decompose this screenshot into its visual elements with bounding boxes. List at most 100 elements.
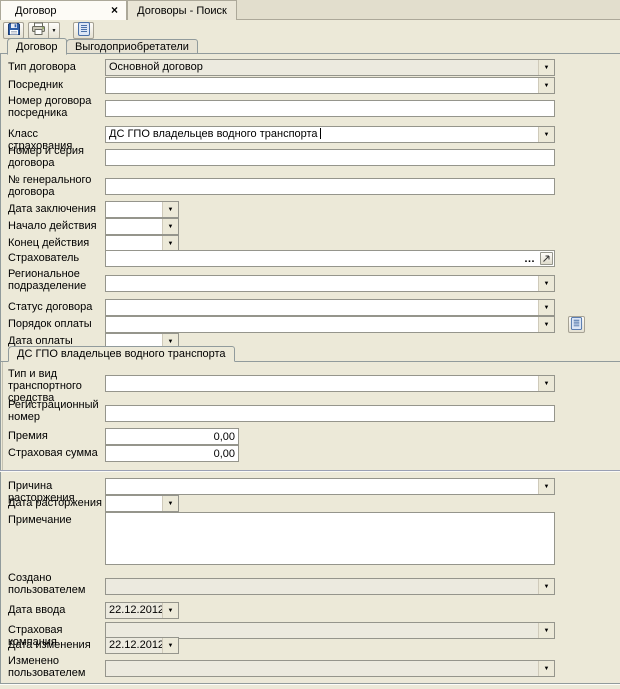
policyholder-lookup[interactable]: … [105, 250, 555, 267]
termination-date-label: Дата расторжения [8, 497, 103, 509]
ellipsis-button[interactable]: … [520, 253, 540, 265]
start-date-value [106, 219, 162, 234]
change-date-value: 22.12.2012 [106, 638, 162, 653]
changed-by-combo[interactable]: ▼ [105, 660, 555, 677]
conclusion-date-value [106, 202, 162, 217]
created-by-label: Создано пользователем [8, 572, 103, 596]
change-date-combo[interactable]: 22.12.2012 ▼ [105, 637, 179, 654]
doc-tab-contracts-search-label: Договоры - Поиск [137, 5, 227, 17]
group-tab-water-transport[interactable]: ДС ГПО владельцев водного транспорта [8, 346, 235, 362]
printer-icon [31, 22, 46, 39]
insured-sum-label: Страховая сумма [8, 447, 103, 459]
note-label: Примечание [8, 514, 103, 526]
dropdown-arrow-icon[interactable]: ▼ [538, 276, 554, 291]
bottom-strip [0, 684, 620, 689]
document-tab-bar: Договор × Договоры - Поиск [0, 0, 620, 20]
payment-order-combo[interactable]: ▼ [105, 316, 555, 333]
registration-number-label: Регистрационный номер [8, 399, 103, 423]
entry-date-combo[interactable]: 22.12.2012 ▼ [105, 602, 179, 619]
open-card-button[interactable] [540, 252, 553, 265]
dropdown-arrow-icon[interactable]: ▼ [538, 376, 554, 391]
open-card-icon [542, 254, 551, 263]
start-date-combo[interactable]: ▼ [105, 218, 179, 235]
dropdown-arrow-icon[interactable]: ▼ [162, 219, 178, 234]
dropdown-arrow-icon[interactable]: ▼ [538, 78, 554, 93]
dropdown-arrow-icon[interactable]: ▼ [538, 127, 554, 142]
intermediary-value [106, 78, 538, 93]
contract-number-series-field [105, 149, 555, 166]
close-tab-icon[interactable]: × [111, 3, 118, 17]
regional-division-value [106, 276, 538, 291]
contract-type-combo[interactable]: Основной договор ▼ [105, 59, 555, 76]
dropdown-arrow-icon[interactable]: ▼ [162, 638, 178, 653]
entry-date-value: 22.12.2012 [106, 603, 162, 618]
text-caret [320, 128, 321, 139]
conclusion-date-label: Дата заключения [8, 203, 103, 215]
premium-label: Премия [8, 430, 103, 442]
note-textarea[interactable] [105, 512, 555, 565]
termination-reason-combo[interactable]: ▼ [105, 478, 555, 495]
payment-schedule-button[interactable] [568, 316, 585, 333]
intermediary-number-input[interactable] [105, 100, 555, 117]
doc-tab-contract[interactable]: Договор × [0, 0, 127, 20]
contract-type-label: Тип договора [8, 61, 103, 73]
insured-sum-input[interactable] [105, 445, 239, 462]
dropdown-arrow-icon[interactable]: ▼ [538, 317, 554, 332]
end-date-label: Конец действия [8, 237, 103, 249]
general-contract-number-input[interactable] [105, 178, 555, 195]
print-dropdown-arrow-icon[interactable]: ▼ [49, 22, 60, 39]
tab-contract-label: Договор [16, 41, 58, 53]
dropdown-arrow-icon[interactable]: ▼ [162, 603, 178, 618]
dropdown-arrow-icon[interactable]: ▼ [162, 236, 178, 251]
contract-status-value [106, 300, 538, 315]
intermediary-combo[interactable]: ▼ [105, 77, 555, 94]
print-button[interactable] [28, 22, 49, 39]
dropdown-arrow-icon[interactable]: ▼ [538, 579, 554, 594]
contract-number-series-input[interactable] [105, 149, 555, 166]
termination-date-combo[interactable]: ▼ [105, 495, 179, 512]
print-split-button: ▼ [28, 22, 60, 39]
tab-beneficiaries-label: Выгодоприобретатели [75, 41, 189, 53]
journal-icon [77, 22, 91, 39]
created-by-combo[interactable]: ▼ [105, 578, 555, 595]
registration-number-field [105, 405, 555, 422]
change-date-label: Дата изменения [8, 639, 103, 651]
contract-window: Договор × Договоры - Поиск ▼ [0, 0, 620, 689]
dropdown-arrow-icon[interactable]: ▼ [538, 60, 554, 75]
save-button[interactable] [3, 22, 24, 39]
doc-tab-contracts-search[interactable]: Договоры - Поиск [127, 0, 237, 20]
dropdown-arrow-icon[interactable]: ▼ [538, 300, 554, 315]
conclusion-date-combo[interactable]: ▼ [105, 201, 179, 218]
doc-tab-contract-label: Договор [15, 5, 57, 17]
insurance-class-combo[interactable]: ДС ГПО владельцев водного транспорта ▼ [105, 126, 555, 143]
premium-field [105, 428, 239, 445]
section-divider-highlight [0, 471, 620, 472]
intermediary-label: Посредник [8, 79, 103, 91]
termination-date-value [106, 496, 162, 511]
dropdown-arrow-icon[interactable]: ▼ [538, 479, 554, 494]
premium-input[interactable] [105, 428, 239, 445]
contract-number-series-label: Номер и серия договора [8, 145, 103, 169]
changed-by-value [106, 661, 538, 676]
policyholder-label: Страхователь [8, 252, 103, 264]
contract-type-value: Основной договор [106, 60, 538, 75]
payment-order-label: Порядок оплаты [8, 318, 103, 330]
dropdown-arrow-icon[interactable]: ▼ [538, 661, 554, 676]
start-date-label: Начало действия [8, 220, 103, 232]
dropdown-arrow-icon[interactable]: ▼ [162, 496, 178, 511]
regional-division-combo[interactable]: ▼ [105, 275, 555, 292]
journal-button[interactable] [73, 22, 94, 39]
group-tab-label: ДС ГПО владельцев водного транспорта [17, 348, 226, 360]
termination-reason-value [106, 479, 538, 494]
vehicle-type-combo[interactable]: ▼ [105, 375, 555, 392]
tab-contract[interactable]: Договор [7, 38, 67, 55]
dropdown-arrow-icon[interactable]: ▼ [162, 202, 178, 217]
registration-number-input[interactable] [105, 405, 555, 422]
tab-beneficiaries[interactable]: Выгодоприобретатели [66, 39, 198, 54]
contract-status-combo[interactable]: ▼ [105, 299, 555, 316]
insurance-company-value [106, 623, 538, 638]
vehicle-type-value [106, 376, 538, 391]
entry-date-label: Дата ввода [8, 604, 103, 616]
general-contract-number-label: № генерального договора [8, 174, 103, 198]
dropdown-arrow-icon[interactable]: ▼ [538, 623, 554, 638]
